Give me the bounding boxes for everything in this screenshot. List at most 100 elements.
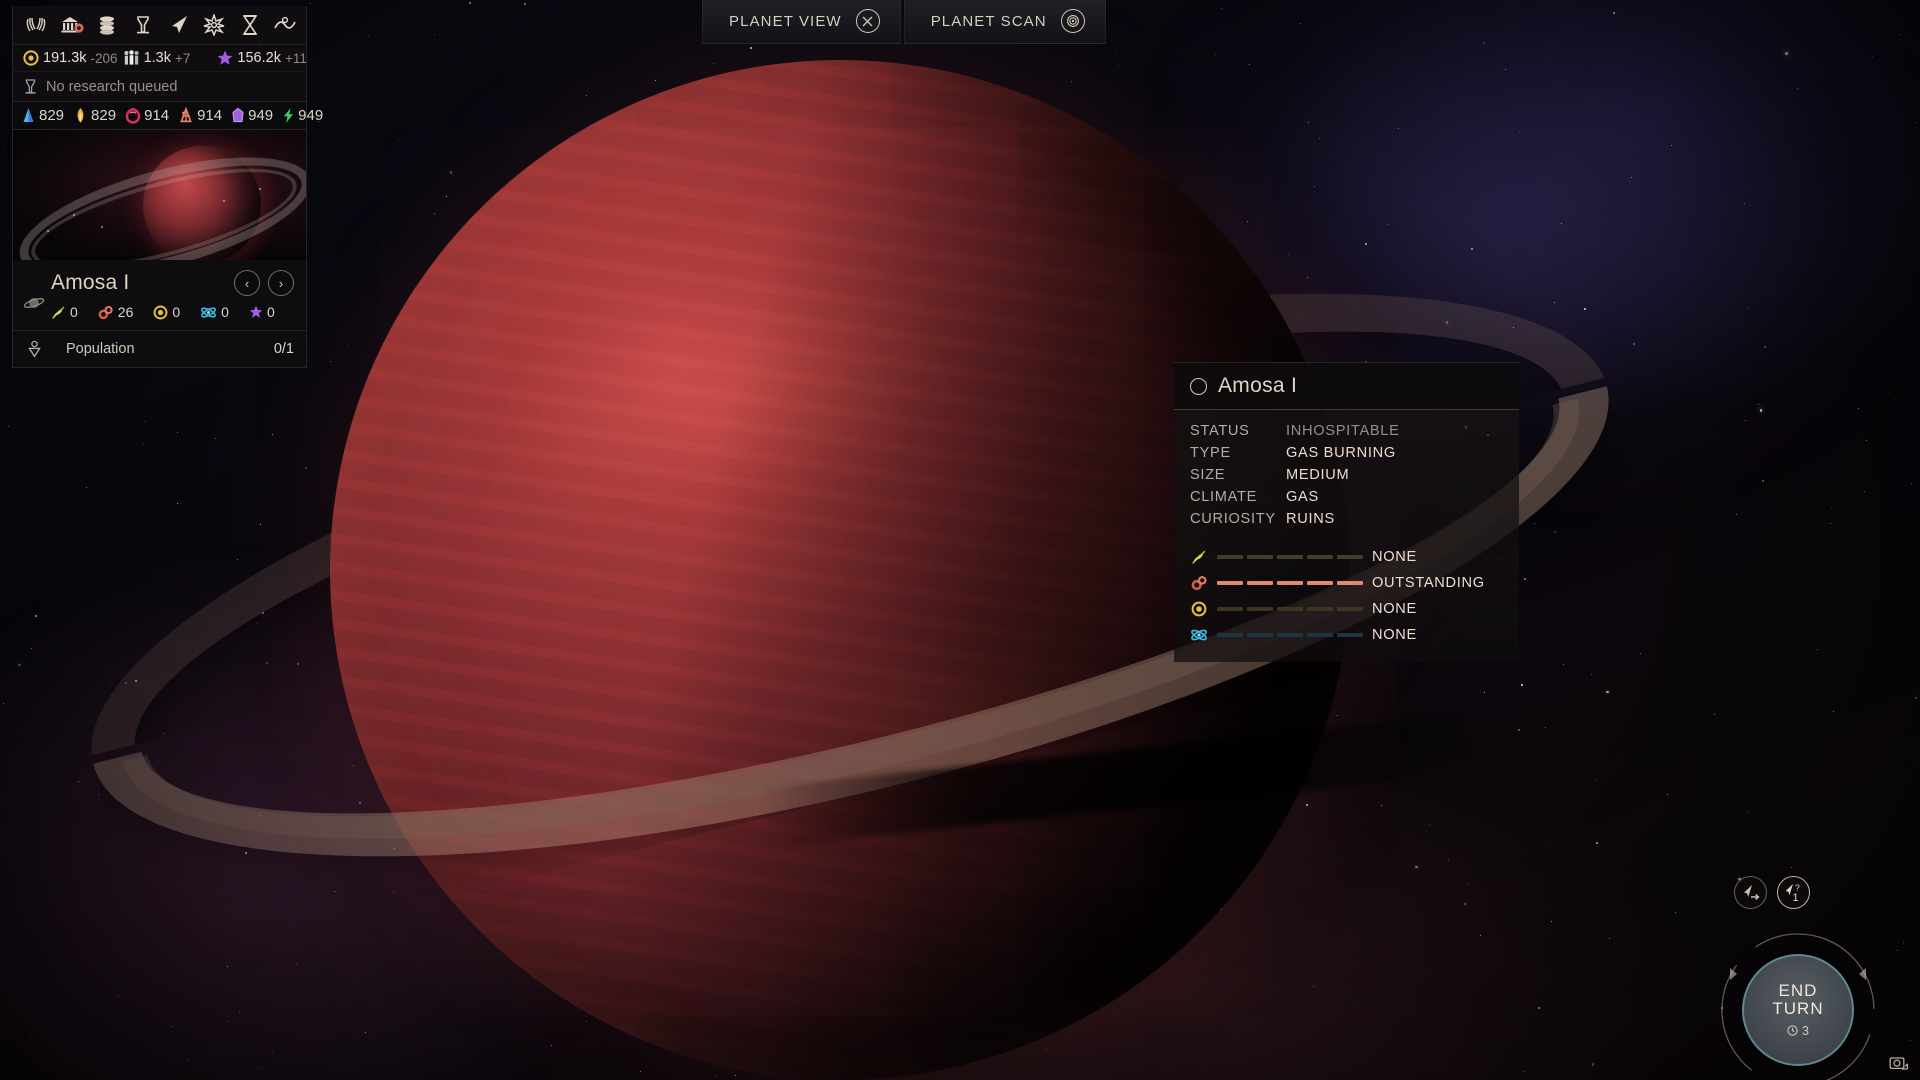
move-fleet-icon[interactable] [1734,876,1767,909]
stat-influence-delta: +11 [284,50,307,66]
yield-influence: 0 [249,304,275,320]
energy-bolt-icon [284,108,294,123]
resource-orichalcix[interactable]: 914 [178,107,222,124]
rating-segment [1307,581,1333,585]
rating-row: NONE [1174,544,1519,570]
resource-hyperium[interactable]: 829 [73,107,116,124]
strategic-resources-row: 829 829 914 914 949 949 [12,102,323,129]
rating-segment [1217,581,1243,585]
end-turn-line2: TURN [1772,999,1824,1018]
population-pin-icon [28,340,41,358]
stat-population-value: 1.3k [143,50,171,66]
empire-stats-row: 191.3k -206 1.3k +7 156.2k +11 [12,45,307,71]
industry-icon [98,305,113,319]
end-turn-cluster: ? 1 END TURN 3 [1704,876,1894,1080]
planet-circle-icon [1190,377,1207,395]
rating-label: NONE [1372,627,1417,643]
stat-dust[interactable]: 191.3k -206 [23,50,118,66]
empire-hud: 191.3k -206 1.3k +7 156.2k +11 No resear… [12,6,323,368]
yield-dust: 0 [153,304,180,320]
yield-food: 0 [51,304,78,320]
detail-row-climate: CLIMATE GAS [1174,486,1519,508]
history-clock-icon[interactable] [272,12,298,38]
resource-quadrinix[interactable]: 949 [231,107,273,124]
hud-toolbar [12,6,307,45]
influence-icon [249,305,263,318]
quadrinix-icon [232,107,244,123]
dust-icon [1190,600,1208,618]
rating-segment [1217,607,1243,611]
planet-resource-ratings: NONE OUTSTANDING NONE NONE [1174,536,1519,662]
influence-star-icon [218,50,233,65]
dust-coin-icon [23,50,39,66]
rating-segment [1277,633,1303,637]
planet-ringed-icon [23,294,45,316]
next-planet-button[interactable]: › [268,270,294,296]
rating-segment [1217,633,1243,637]
scan-spiral-icon[interactable] [1060,9,1085,33]
rating-segment [1307,607,1333,611]
rating-row: NONE [1174,622,1519,648]
fleet-action-buttons: ? 1 [1734,876,1810,909]
tab-planet-scan[interactable]: PLANET SCAN [903,0,1106,44]
fleet-arrow-icon[interactable] [166,12,192,38]
end-turn-line1: END [1778,981,1818,1001]
rating-row: NONE [1174,596,1519,622]
resource-antimatter-value: 914 [144,107,170,124]
population-icon [123,50,139,65]
game-screen: PLANET VIEW PLANET SCAN 191.3k -206 1.3k… [0,0,1920,1080]
end-turn-counter: 3 [1787,1024,1809,1038]
resource-energy[interactable]: 949 [282,107,323,124]
rating-segment [1337,555,1363,559]
stat-population[interactable]: 1.3k +7 [123,50,190,66]
detail-panel-header: Amosa I [1174,363,1519,410]
diplomacy-star-icon[interactable] [201,12,227,38]
stat-influence[interactable]: 156.2k +11 [217,50,307,66]
yield-food-value: 0 [70,304,78,320]
screenshot-icon[interactable] [1886,1050,1912,1076]
government-icon[interactable] [59,12,85,38]
tab-planet-view[interactable]: PLANET VIEW [702,0,901,44]
resource-titanium[interactable]: 829 [21,107,64,124]
rating-segment [1337,607,1363,611]
research-queue-status[interactable]: No research queued [12,71,307,102]
rating-segment [1247,555,1273,559]
economy-coins-icon[interactable] [95,12,121,38]
hourglass-icon[interactable] [237,12,263,38]
detail-key: CURIOSITY [1190,511,1276,527]
yield-industry-value: 26 [117,304,134,320]
rating-segment [1277,581,1303,585]
resource-antimatter[interactable]: 914 [125,107,169,124]
previous-planet-button[interactable]: ‹ [234,270,260,296]
detail-row-size: SIZE MEDIUM [1174,464,1519,486]
yield-influence-value: 0 [266,304,275,320]
research-flask-icon[interactable] [130,12,156,38]
rating-segment [1277,555,1303,559]
antimatter-icon [125,107,141,124]
rating-segment [1247,607,1273,611]
planet-card-yields: 0 26 0 0 0 [13,302,306,330]
rating-bar [1217,633,1363,637]
detail-value: GAS BURNING [1286,445,1396,461]
selected-planet-card: Amosa I ‹ › 0 26 0 0 0 Population 0/1 [12,129,307,368]
stat-dust-delta: -206 [90,50,118,66]
detail-key: SIZE [1190,467,1226,483]
laurel-victory-icon[interactable] [23,12,49,38]
resource-energy-value: 949 [298,107,324,124]
detail-value: INHOSPITABLE [1286,423,1400,439]
end-turn-button[interactable]: END TURN 3 [1742,954,1854,1066]
unassigned-fleet-icon[interactable]: ? 1 [1777,876,1810,909]
view-mode-tabs: PLANET VIEW PLANET SCAN [702,0,1106,44]
rating-bar [1217,581,1363,585]
rating-segment [1277,607,1303,611]
clock-icon [1787,1025,1798,1036]
detail-value: RUINS [1286,511,1335,527]
rating-bar [1217,607,1363,611]
tab-planet-view-label: PLANET VIEW [729,12,842,30]
close-circle-icon[interactable] [855,9,880,33]
detail-attribute-list: STATUS INHOSPITABLE TYPE GAS BURNING SIZE MED… [1174,410,1519,536]
rating-segment [1337,633,1363,637]
rating-segment [1307,555,1333,559]
detail-row-curiosity: CURIOSITY RUINS [1174,508,1519,530]
planet-nav-buttons: ‹ › [234,270,294,296]
